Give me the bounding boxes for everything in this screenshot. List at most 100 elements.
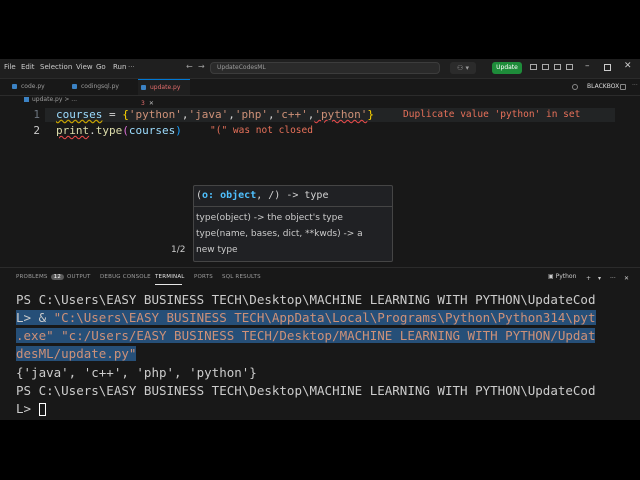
more-actions-icon[interactable]: ··· <box>632 82 638 89</box>
signature-suffix: , /) -> type <box>256 190 329 201</box>
python-file-icon <box>12 84 17 89</box>
more-actions-icon[interactable]: ··· <box>610 275 616 282</box>
tab-label: codingsql.py <box>81 83 119 90</box>
divider <box>194 206 392 207</box>
token-fn: type <box>95 124 123 137</box>
editor-tab-bar: code.py codingsql.py update.py 3 ✕ BLACKB… <box>0 79 640 107</box>
python-file-icon <box>24 97 29 102</box>
terminal[interactable]: PS C:\Users\EASY BUSINESS TECH\Desktop\M… <box>0 288 640 420</box>
signature-param: o: object <box>202 190 257 201</box>
token-str: 'python' <box>128 108 182 121</box>
terminal-instance[interactable]: ▣ Python <box>548 273 576 280</box>
close-window-icon[interactable]: ✕ <box>624 61 632 71</box>
token-str: 'java' <box>188 108 229 121</box>
tab-label: update.py <box>150 84 181 91</box>
breadcrumb-separator: > <box>64 96 70 103</box>
python-file-icon <box>141 85 146 90</box>
signature-doc: type(object) -> the object's type <box>196 213 343 223</box>
signature-help-popup: (o: object, /) -> type type(object) -> t… <box>193 185 393 262</box>
signature-page-indicator[interactable]: 1/2 <box>171 245 185 255</box>
layout-secondary-icon[interactable] <box>554 64 561 70</box>
tab-problems[interactable]: PROBLEMS 12 <box>16 274 65 280</box>
inline-diagnostic-unclosed: "(" was not closed <box>210 125 313 136</box>
inline-diagnostic-duplicate: Duplicate value 'python' in set <box>403 109 581 120</box>
tab-debug-console[interactable]: DEBUG CONSOLE <box>100 274 151 280</box>
command-center-text: UpdateCodesML <box>217 64 266 71</box>
update-button[interactable]: Update <box>492 62 522 74</box>
python-file-icon <box>72 84 77 89</box>
minimize-icon[interactable]: – <box>585 62 590 71</box>
token-paren: ( <box>122 124 129 137</box>
vscode-window: File Edit Selection View Go Run ··· ← → … <box>0 59 640 420</box>
command-center-search[interactable]: UpdateCodesML <box>210 62 440 74</box>
blackbox-label[interactable]: BLACKBOX <box>587 83 619 90</box>
line-number: 1 <box>33 108 40 121</box>
prompt-text: L> <box>16 401 39 416</box>
terminal-line: PS C:\Users\EASY BUSINESS TECH\Desktop\M… <box>16 292 596 307</box>
menu-bar: File Edit Selection View Go Run ··· ← → … <box>0 59 640 79</box>
panel-tab-bar: PROBLEMS 12 OUTPUT DEBUG CONSOLE TERMINAL… <box>0 268 640 286</box>
tab-sql-results[interactable]: SQL RESULTS <box>222 274 261 280</box>
tab-code-py[interactable]: code.py <box>12 79 45 95</box>
terminal-line: .exe" "c:/Users/EASY BUSINESS TECH/Deskt… <box>16 328 596 343</box>
token-comma: , <box>228 108 235 121</box>
token-paren: ) <box>175 124 182 137</box>
menu-selection[interactable]: Selection <box>40 63 72 71</box>
token-str: 'php' <box>234 108 268 121</box>
signature-doc: new type <box>196 245 238 255</box>
terminal-cursor <box>38 403 46 416</box>
token-brace: { <box>122 108 129 121</box>
token-brace: } <box>367 108 374 121</box>
terminal-dropdown-icon[interactable]: ▾ <box>598 275 601 282</box>
terminal-name: Python <box>555 273 577 280</box>
token-str-duplicate: 'python' <box>314 108 368 121</box>
signature-doc: type(name, bases, dict, **kwds) -> a <box>196 229 363 239</box>
menu-edit[interactable]: Edit <box>21 63 35 71</box>
menu-go[interactable]: Go <box>96 63 106 71</box>
code-line-2[interactable]: print.type(courses) <box>56 124 182 137</box>
tab-output[interactable]: OUTPUT <box>67 274 91 280</box>
token-var: courses <box>128 124 176 137</box>
copilot-icon[interactable]: ⚇ ▾ <box>450 62 476 74</box>
token-comma: , <box>267 108 275 121</box>
more-menu-icon[interactable]: ··· <box>128 63 135 71</box>
terminal-prompt[interactable]: L> <box>16 401 46 416</box>
layout-panel-icon[interactable] <box>542 64 549 70</box>
terminal-text: "C:\Users\EASY BUSINESS TECH\AppData\Loc… <box>53 310 596 325</box>
breadcrumb[interactable]: update.py > ... <box>24 96 77 103</box>
terminal-line: L> & "C:\Users\EASY BUSINESS TECH\AppDat… <box>16 310 596 325</box>
customize-layout-icon[interactable] <box>566 64 573 70</box>
token-fn: print <box>56 124 90 137</box>
breadcrumb-rest[interactable]: ... <box>71 96 77 103</box>
terminal-icon: ▣ <box>548 273 556 280</box>
terminal-line: PS C:\Users\EASY BUSINESS TECH\Desktop\M… <box>16 383 596 398</box>
token-op: = <box>102 108 123 121</box>
split-editor-icon[interactable] <box>620 84 626 90</box>
tab-label: PROBLEMS <box>16 274 48 280</box>
bottom-panel: PROBLEMS 12 OUTPUT DEBUG CONSOLE TERMINAL… <box>0 267 640 420</box>
new-terminal-icon[interactable]: + <box>586 275 591 282</box>
code-line-1[interactable]: courses = {'python','java','php','c++','… <box>56 108 374 121</box>
terminal-line: desML/update.py" <box>16 346 137 361</box>
code-editor[interactable]: 1 2 courses = {'python','java','php','c+… <box>0 105 640 265</box>
forward-arrow-icon[interactable]: → <box>198 62 205 71</box>
tab-label: code.py <box>21 83 45 90</box>
back-arrow-icon[interactable]: ← <box>186 62 193 71</box>
menu-view[interactable]: View <box>76 63 93 71</box>
blackbox-icon[interactable] <box>572 84 578 90</box>
maximize-icon[interactable] <box>604 64 611 71</box>
close-panel-icon[interactable]: ✕ <box>624 275 629 282</box>
active-tab-indicator <box>155 284 182 285</box>
menu-run[interactable]: Run <box>113 63 126 71</box>
terminal-output: {'java', 'c++', 'php', 'python'} <box>16 365 257 380</box>
tab-terminal[interactable]: TERMINAL <box>155 274 185 280</box>
menu-file[interactable]: File <box>4 63 16 71</box>
signature-text: (o: object, /) -> type <box>196 190 328 201</box>
tab-update-py[interactable]: update.py 3 ✕ <box>138 79 190 107</box>
breadcrumb-file[interactable]: update.py <box>32 96 62 103</box>
tab-codingsql-py[interactable]: codingsql.py <box>72 79 119 95</box>
token-var: courses <box>56 108 103 121</box>
layout-sidebar-icon[interactable] <box>530 64 537 70</box>
terminal-text: L> & <box>16 310 54 325</box>
tab-ports[interactable]: PORTS <box>194 274 213 280</box>
